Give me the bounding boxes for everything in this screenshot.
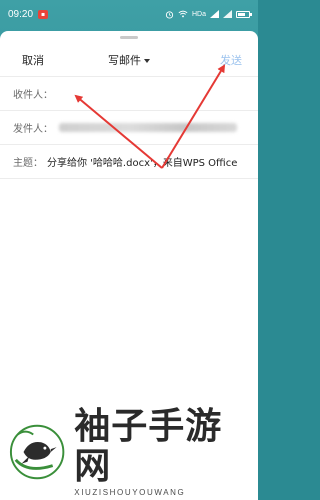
alarm-icon	[165, 10, 174, 19]
divider	[0, 144, 258, 145]
cancel-button[interactable]: 取消	[22, 52, 44, 68]
signal-icon	[210, 10, 219, 18]
recipient-label: 收件人：	[13, 89, 53, 101]
watermark: 袖子手游网 XIUZISHOUYOUWANG	[8, 407, 254, 497]
bird-logo-icon	[9, 424, 65, 480]
subject-label: 主题：	[13, 157, 43, 169]
sender-address-redacted	[59, 122, 237, 132]
status-time: 09:20	[8, 8, 34, 20]
sender-label: 发件人：	[13, 123, 53, 135]
divider	[0, 76, 258, 77]
status-bar: 09:20 ▪ HDa	[0, 0, 258, 28]
caret-down-icon	[144, 58, 150, 63]
watermark-subtitle: XIUZISHOUYOUWANG	[74, 488, 186, 497]
recipient-input[interactable]	[57, 83, 227, 103]
compose-title: 写邮件	[108, 54, 141, 67]
divider	[0, 110, 258, 111]
status-icons: HDa	[165, 10, 252, 19]
divider	[0, 178, 258, 179]
watermark-text: 袖子手游网 XIUZISHOUYOUWANG	[74, 406, 254, 498]
compose-header: 取消 写邮件 发送	[0, 45, 258, 75]
signal-icon-2	[223, 10, 232, 18]
wifi-icon	[178, 10, 188, 18]
watermark-title: 袖子手游网	[74, 406, 223, 487]
compose-title-button[interactable]: 写邮件	[108, 52, 150, 68]
sheet-grabber[interactable]	[120, 36, 138, 39]
recipient-row[interactable]: 收件人：	[0, 78, 258, 108]
network-type-label: HDa	[191, 10, 206, 18]
subject-value[interactable]: 分享给你 '哈哈哈.docx'，来自WPS Office	[47, 154, 247, 169]
send-button[interactable]: 发送	[220, 52, 242, 68]
subject-row[interactable]: 主题： 分享给你 '哈哈哈.docx'，来自WPS Office	[0, 146, 258, 176]
sender-row[interactable]: 发件人：	[0, 112, 258, 142]
red-app-icon: ▪	[38, 9, 49, 19]
battery-icon	[236, 10, 252, 18]
